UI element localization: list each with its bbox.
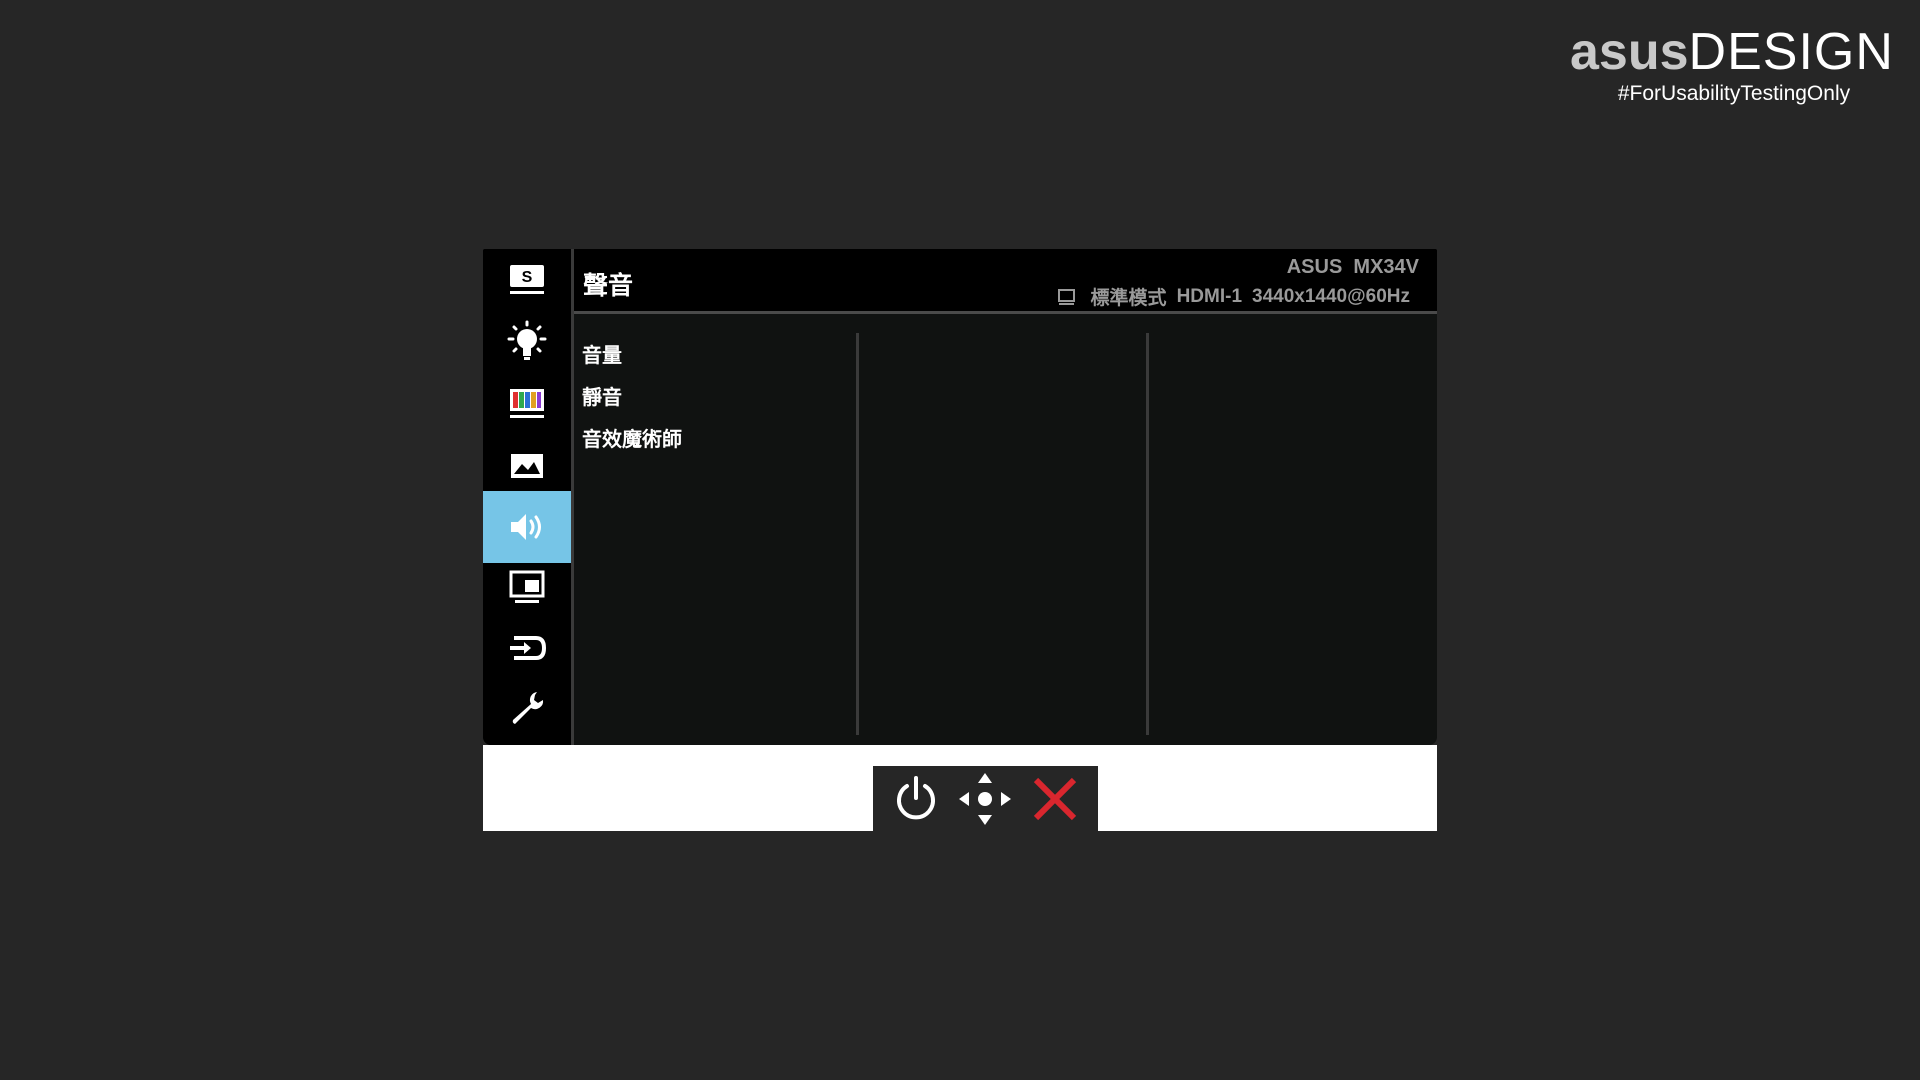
svg-text:S: S: [522, 269, 533, 286]
close-x-icon: [1034, 777, 1077, 820]
brightness-bulb-icon: [507, 320, 547, 360]
sidebar-item-splendid[interactable]: S: [483, 249, 571, 311]
status-line: 標準模式 HDMI-1 3440x1440@60Hz: [1057, 283, 1410, 310]
sidebar-item-input-select[interactable]: [483, 617, 571, 679]
asus-design-logo: asusDESIGN: [1570, 23, 1893, 81]
monitor-mode-icon: [1057, 288, 1075, 305]
menu-item-volume[interactable]: 音量: [582, 341, 682, 383]
wrench-icon: [512, 692, 544, 724]
sidebar-item-color[interactable]: [483, 373, 571, 435]
header-divider: [574, 311, 1437, 314]
sidebar-item-brightness[interactable]: [483, 311, 571, 373]
image-landscape-icon: [511, 454, 543, 478]
navigate-button[interactable]: [955, 769, 1015, 829]
power-button[interactable]: [886, 769, 946, 829]
osd-menu: S 聲音 ASUS MX34V 標準模式 HDMI-1 3440x1440@60…: [483, 249, 1437, 745]
power-icon: [896, 775, 935, 819]
column-divider-2: [1146, 333, 1149, 735]
asus-design-brand: asusDESIGN #ForUsabilityTestingOnly: [1570, 23, 1893, 106]
control-key-bar: [873, 766, 1098, 831]
osd-header: 聲音 ASUS MX34V 標準模式 HDMI-1 3440x1440@60Hz: [574, 249, 1437, 311]
sound-menu-list: 音量 靜音 音效魔術師: [582, 341, 682, 467]
splendid-s-icon: S: [510, 265, 544, 294]
sidebar-item-system-setup[interactable]: [483, 677, 571, 739]
logo-design-text: DESIGN: [1688, 23, 1894, 81]
page-title: 聲音: [583, 271, 634, 300]
menu-item-mute[interactable]: 靜音: [582, 383, 682, 425]
input-select-icon: [510, 636, 547, 660]
pip-monitor-icon: [509, 570, 545, 603]
sidebar-item-sound[interactable]: [483, 491, 571, 563]
close-button[interactable]: [1025, 769, 1085, 829]
osd-sidebar: S: [483, 249, 571, 745]
sidebar-item-pip[interactable]: [483, 557, 571, 619]
color-bars-icon: [510, 389, 544, 418]
brand-tagline: #ForUsabilityTestingOnly: [1617, 82, 1851, 105]
status-input: HDMI-1: [1176, 285, 1243, 307]
status-resolution: 3440x1440@60Hz: [1252, 285, 1410, 307]
column-divider-1: [856, 333, 859, 735]
five-way-navigation-icon: [959, 772, 1012, 825]
speaker-icon: [511, 514, 541, 540]
status-mode: 標準模式: [1090, 288, 1167, 309]
logo-asus-text: asus: [1570, 23, 1689, 81]
monitor-model: ASUS MX34V: [1286, 256, 1419, 278]
sidebar-item-image[interactable]: [483, 435, 571, 497]
sidebar-divider: [571, 249, 574, 745]
menu-item-sound-wizard[interactable]: 音效魔術師: [582, 425, 682, 467]
